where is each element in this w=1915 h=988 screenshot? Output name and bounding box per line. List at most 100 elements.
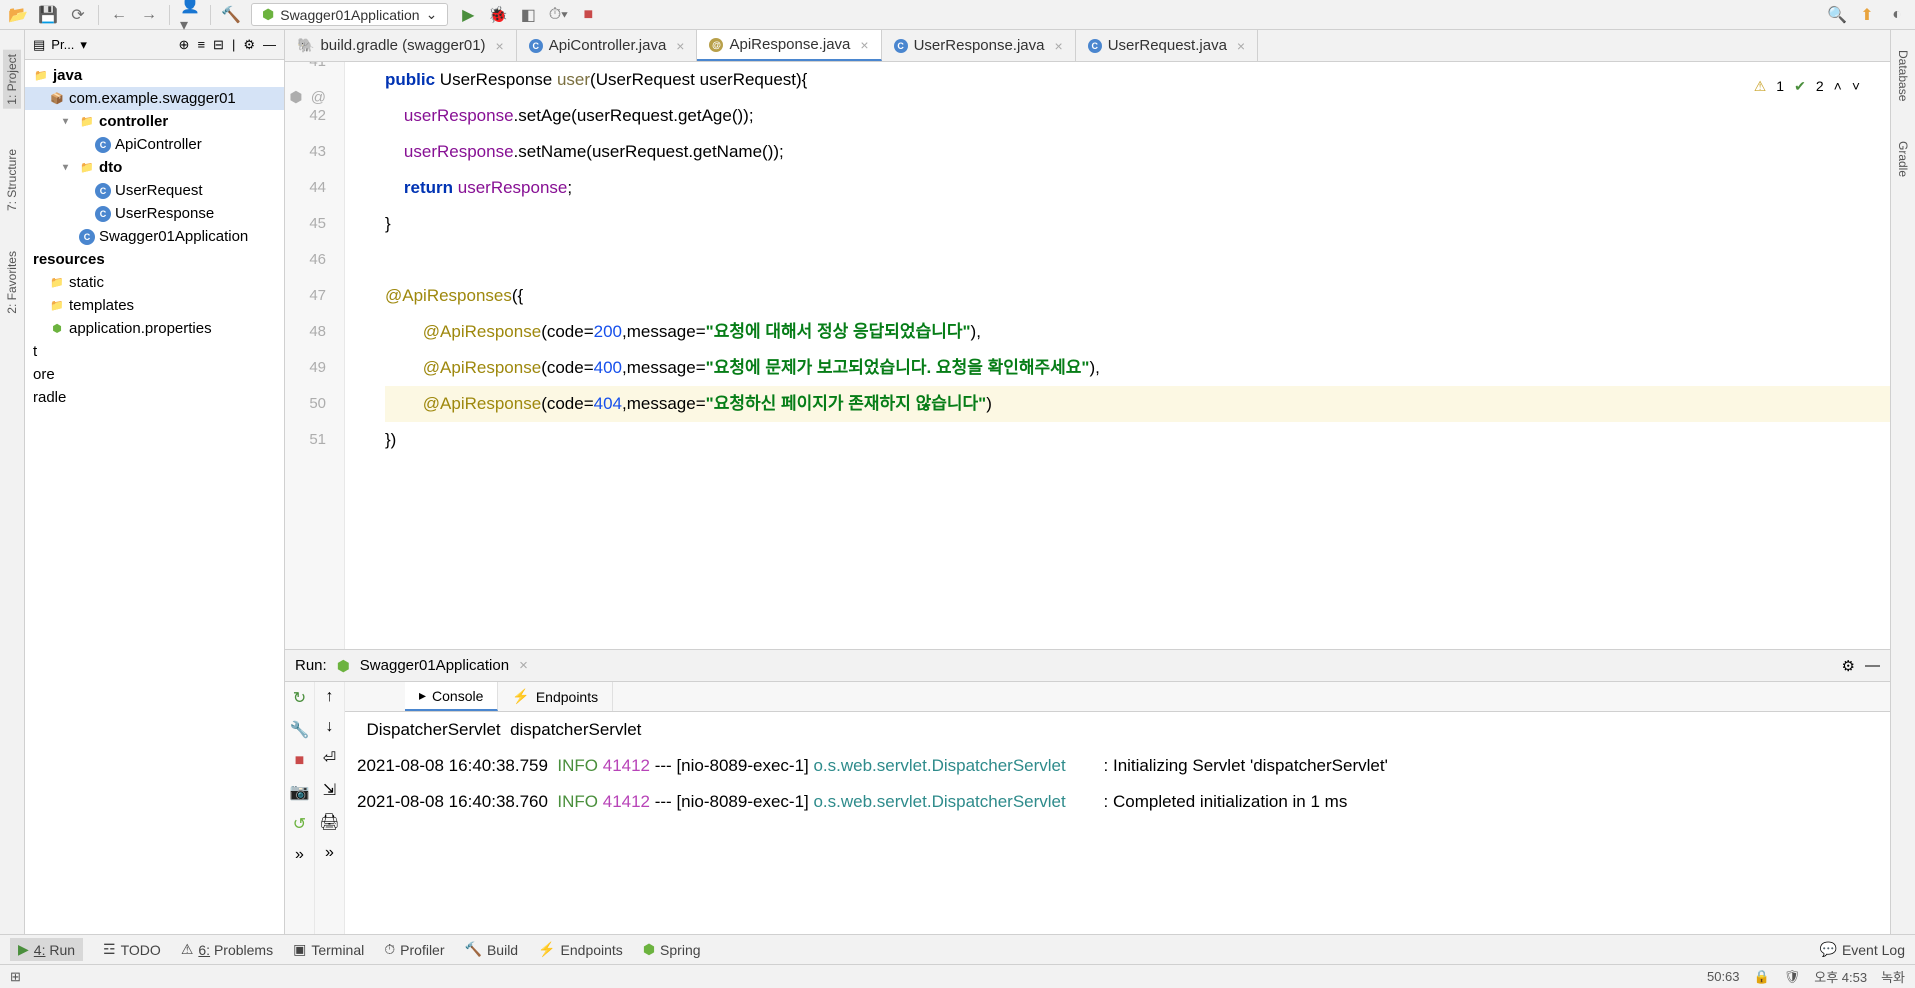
- problems-tool-button[interactable]: ⚠6: Problems: [181, 941, 273, 958]
- endpoints-tool-button[interactable]: ⚡Endpoints: [538, 941, 623, 958]
- close-icon[interactable]: ×: [1055, 38, 1063, 54]
- stop-icon[interactable]: ■: [295, 752, 305, 770]
- inspection-status[interactable]: ⚠1 ✔2 ˄ ˅: [1754, 68, 1860, 104]
- console-icon: ▸: [419, 687, 426, 704]
- tree-item[interactable]: radle: [25, 386, 284, 409]
- expand-icon[interactable]: ≡: [197, 37, 205, 53]
- profile-icon[interactable]: ⏱▾: [548, 5, 568, 25]
- target-icon[interactable]: ⊕: [179, 37, 190, 53]
- event-log-button[interactable]: 💬Event Log: [1820, 941, 1906, 958]
- tree-item[interactable]: t: [25, 340, 284, 363]
- tree-class-apicontroller[interactable]: CApiController: [25, 133, 284, 156]
- tree-folder-java[interactable]: 📁java: [25, 64, 284, 87]
- database-tool-button[interactable]: Database: [1896, 50, 1910, 101]
- tab-build-gradle[interactable]: 🐘build.gradle (swagger01)×: [285, 30, 517, 61]
- gear-icon[interactable]: ⚙: [243, 37, 255, 53]
- run-tool-button[interactable]: ▶4: Run: [10, 938, 83, 961]
- debug-icon[interactable]: 🐞: [488, 5, 508, 25]
- project-tree[interactable]: 📁java 📦com.example.swagger01 ▾📁controlle…: [25, 60, 284, 934]
- project-view-label[interactable]: Pr...: [51, 37, 74, 52]
- minimize-icon[interactable]: —: [263, 37, 276, 53]
- endpoints-icon: ⚡: [538, 941, 555, 958]
- forward-icon[interactable]: →: [139, 5, 159, 25]
- tree-package[interactable]: 📦com.example.swagger01: [25, 87, 284, 110]
- todo-tool-button[interactable]: ☲TODO: [103, 941, 161, 958]
- close-icon[interactable]: ×: [1237, 38, 1245, 54]
- warning-badge: ⚠: [1754, 68, 1767, 104]
- endpoints-tab[interactable]: ⚡Endpoints: [498, 682, 613, 711]
- code-content[interactable]: ⚠1 ✔2 ˄ ˅ public UserResponse user(UserR…: [345, 62, 1890, 649]
- favorites-tool-button[interactable]: 2: Favorites: [5, 251, 19, 314]
- tree-label: application.properties: [69, 320, 212, 337]
- tree-folder-resources[interactable]: resources: [25, 248, 284, 271]
- tree-label: UserResponse: [115, 205, 214, 222]
- chevron-down-icon: ⌄: [426, 6, 438, 23]
- minimize-icon[interactable]: —: [1865, 657, 1880, 675]
- chevron-down-icon[interactable]: ˅: [1852, 68, 1860, 104]
- structure-tool-button[interactable]: 7: Structure: [5, 149, 19, 211]
- project-panel-header: ▤ Pr... ▾ ⊕ ≡ ⊟ | ⚙ —: [25, 30, 284, 60]
- run-configuration-selector[interactable]: ⬢ Swagger01Application ⌄: [251, 3, 448, 26]
- close-icon[interactable]: ×: [676, 38, 684, 54]
- tree-folder-controller[interactable]: ▾📁controller: [25, 110, 284, 133]
- save-icon[interactable]: 💾: [38, 5, 58, 25]
- tree-class-userresponse[interactable]: CUserResponse: [25, 202, 284, 225]
- code-line: userResponse.setName(userRequest.getName…: [385, 134, 1890, 170]
- project-tool-button[interactable]: 1: Project: [3, 50, 21, 109]
- scroll-icon[interactable]: ⇲: [323, 780, 336, 800]
- build-tool-button[interactable]: 🔨Build: [465, 941, 519, 958]
- terminal-tool-button[interactable]: ▣Terminal: [293, 941, 364, 958]
- user-icon[interactable]: 👤▾: [180, 5, 200, 25]
- collapse-icon[interactable]: ⊟: [213, 37, 224, 53]
- close-icon[interactable]: ×: [860, 37, 868, 53]
- spring-tool-button[interactable]: ⬢Spring: [643, 941, 701, 958]
- print-icon[interactable]: 🖨: [319, 812, 339, 832]
- update-icon[interactable]: ⬆: [1857, 5, 1877, 25]
- open-icon[interactable]: 📂: [8, 5, 28, 25]
- tree-file-appprops[interactable]: ⬢application.properties: [25, 317, 284, 340]
- tab-userrequest[interactable]: CUserRequest.java×: [1076, 30, 1258, 61]
- chevron-up-icon[interactable]: ˄: [1834, 68, 1842, 104]
- stop-icon[interactable]: ■: [578, 5, 598, 25]
- coverage-icon[interactable]: ◧: [518, 5, 538, 25]
- back-icon[interactable]: ←: [109, 5, 129, 25]
- rerun-icon[interactable]: ↻: [293, 688, 306, 708]
- console-output[interactable]: DispatcherServlet dispatcherServlet 2021…: [345, 712, 1890, 934]
- tree-folder-templates[interactable]: 📁templates: [25, 294, 284, 317]
- more-icon[interactable]: »: [325, 844, 334, 862]
- tree-class-userrequest[interactable]: CUserRequest: [25, 179, 284, 202]
- gradle-icon: 🐘: [297, 37, 314, 54]
- tree-label: radle: [33, 389, 66, 406]
- hammer-icon[interactable]: 🔨: [221, 5, 241, 25]
- lock-icon[interactable]: 🔒: [1754, 969, 1770, 985]
- close-icon[interactable]: ×: [519, 657, 528, 674]
- code-line: @ApiResponses({: [385, 278, 1890, 314]
- tab-apiresponse[interactable]: @ApiResponse.java×: [697, 30, 881, 61]
- gear-icon[interactable]: ⚙: [1842, 657, 1855, 675]
- tree-folder-static[interactable]: 📁static: [25, 271, 284, 294]
- search-icon[interactable]: 🔍: [1827, 5, 1847, 25]
- close-icon[interactable]: ×: [496, 38, 504, 54]
- windows-icon[interactable]: ⊞: [10, 969, 21, 985]
- gradle-tool-button[interactable]: Gradle: [1896, 141, 1910, 177]
- admin-icon[interactable]: 🛡: [1784, 969, 1801, 985]
- code-line: userResponse.setAge(userRequest.getAge()…: [385, 98, 1890, 134]
- ide-icon[interactable]: ◐: [1887, 5, 1907, 25]
- tree-item[interactable]: ore: [25, 363, 284, 386]
- profiler-tool-button[interactable]: ⏱Profiler: [384, 941, 444, 958]
- more-icon[interactable]: »: [295, 846, 304, 864]
- tab-apicontroller[interactable]: CApiController.java×: [517, 30, 698, 61]
- restart-icon[interactable]: ↺: [293, 814, 306, 834]
- play-run-icon[interactable]: ▶: [458, 5, 478, 25]
- down-icon[interactable]: ↓: [326, 718, 334, 736]
- tree-class-swaggerapp[interactable]: CSwagger01Application: [25, 225, 284, 248]
- tab-userresponse[interactable]: CUserResponse.java×: [882, 30, 1076, 61]
- sync-icon[interactable]: ⟳: [68, 5, 88, 25]
- editor-body[interactable]: 41 ⬢ @ 42 43 44 45 46 47 48 49 50 51 ⚠1 …: [285, 62, 1890, 649]
- console-tab[interactable]: ▸Console: [405, 682, 498, 711]
- tree-folder-dto[interactable]: ▾📁dto: [25, 156, 284, 179]
- up-icon[interactable]: ↑: [326, 688, 334, 706]
- wrench-icon[interactable]: 🔧: [290, 720, 310, 740]
- wrap-icon[interactable]: ⏎: [323, 748, 336, 768]
- camera-icon[interactable]: 📷: [290, 782, 310, 802]
